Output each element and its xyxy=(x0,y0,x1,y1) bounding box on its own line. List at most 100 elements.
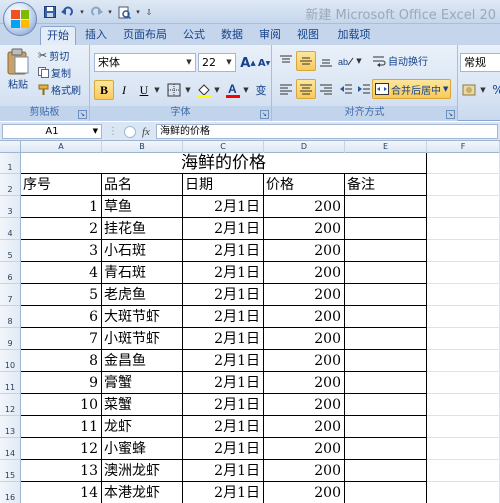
row-header[interactable]: 8 xyxy=(0,306,21,328)
row-header[interactable]: 4 xyxy=(0,218,21,240)
percent-button[interactable]: % xyxy=(488,80,500,100)
merge-center-button[interactable]: 合并后居中 ▼ xyxy=(372,79,452,99)
row-header[interactable]: 7 xyxy=(0,284,21,306)
table-cell-index[interactable]: 14 xyxy=(21,482,102,503)
underline-button[interactable]: U xyxy=(134,80,154,100)
table-cell-index[interactable]: 7 xyxy=(21,328,102,350)
table-cell-price[interactable]: 200 xyxy=(264,482,345,503)
table-cell-name[interactable]: 菜蟹 xyxy=(102,394,183,416)
borders-dropdown-icon[interactable]: ▼ xyxy=(183,80,193,100)
table-cell-name[interactable]: 膏蟹 xyxy=(102,372,183,394)
row-header[interactable]: 13 xyxy=(0,416,21,438)
table-cell[interactable] xyxy=(427,482,500,503)
orientation-button[interactable]: ab xyxy=(336,51,356,71)
table-cell-index[interactable]: 6 xyxy=(21,306,102,328)
table-cell-name[interactable]: 小石斑 xyxy=(102,240,183,262)
phonetic-guide-button[interactable]: 变 xyxy=(251,80,271,100)
table-cell[interactable] xyxy=(427,153,500,174)
title-cell[interactable]: 海鲜的价格 xyxy=(21,153,427,174)
orientation-dropdown-icon[interactable]: ▼ xyxy=(354,51,364,71)
accounting-format-button[interactable] xyxy=(460,80,480,100)
table-cell-remark[interactable] xyxy=(345,416,427,438)
font-color-dropdown-icon[interactable]: ▼ xyxy=(241,80,251,100)
tab-review[interactable]: 审阅 xyxy=(254,26,286,45)
table-cell-remark[interactable] xyxy=(345,284,427,306)
tab-data[interactable]: 数据 xyxy=(216,26,248,45)
customize-qat-icon[interactable]: ⇩ xyxy=(144,4,154,20)
row-header[interactable]: 5 xyxy=(0,240,21,262)
table-cell-date[interactable]: 2月1日 xyxy=(183,438,264,460)
table-cell-price[interactable]: 200 xyxy=(264,240,345,262)
row-header-2[interactable]: 2 xyxy=(0,174,21,196)
save-icon[interactable] xyxy=(42,4,58,20)
bold-button[interactable]: B xyxy=(94,80,114,100)
table-cell-index[interactable]: 4 xyxy=(21,262,102,284)
table-cell-remark[interactable] xyxy=(345,438,427,460)
font-launcher-icon[interactable]: ↘ xyxy=(260,110,269,119)
table-cell-index[interactable]: 3 xyxy=(21,240,102,262)
row-header[interactable]: 12 xyxy=(0,394,21,416)
wrap-text-button[interactable]: 自动换行 xyxy=(372,53,428,68)
column-header-b[interactable]: B xyxy=(102,141,183,153)
office-button[interactable] xyxy=(3,2,37,36)
table-cell-name[interactable]: 挂花鱼 xyxy=(102,218,183,240)
tab-page-layout[interactable]: 页面布局 xyxy=(118,26,172,45)
table-cell-price[interactable]: 200 xyxy=(264,284,345,306)
merge-dropdown-icon[interactable]: ▼ xyxy=(443,85,448,93)
column-header-e[interactable]: E xyxy=(345,141,427,153)
table-cell-date[interactable]: 2月1日 xyxy=(183,394,264,416)
resize-handle-icon[interactable]: ⋮ xyxy=(108,126,118,137)
tab-addins[interactable]: 加载项 xyxy=(332,26,376,45)
header-cell-price[interactable]: 价格 xyxy=(264,174,345,196)
name-box[interactable]: A1 ▼ xyxy=(2,124,102,139)
column-header-d[interactable]: D xyxy=(264,141,345,153)
table-cell-remark[interactable] xyxy=(345,372,427,394)
table-cell-price[interactable]: 200 xyxy=(264,460,345,482)
column-header-a[interactable]: A xyxy=(21,141,102,153)
align-left-button[interactable] xyxy=(276,79,296,99)
table-cell[interactable] xyxy=(427,262,500,284)
select-all-button[interactable] xyxy=(0,141,21,153)
tab-insert[interactable]: 插入 xyxy=(80,26,112,45)
insert-function-button[interactable]: fx xyxy=(142,126,150,138)
align-top-button[interactable] xyxy=(276,51,296,71)
row-header[interactable]: 3 xyxy=(0,196,21,218)
table-cell[interactable] xyxy=(427,394,500,416)
table-cell-price[interactable]: 200 xyxy=(264,350,345,372)
align-middle-button[interactable] xyxy=(296,51,316,71)
table-cell-price[interactable]: 200 xyxy=(264,196,345,218)
table-cell-name[interactable]: 澳洲龙虾 xyxy=(102,460,183,482)
table-cell-index[interactable]: 12 xyxy=(21,438,102,460)
fill-color-button[interactable] xyxy=(194,80,214,100)
table-cell-date[interactable]: 2月1日 xyxy=(183,460,264,482)
table-cell-name[interactable]: 金昌鱼 xyxy=(102,350,183,372)
header-cell-remark[interactable]: 备注 xyxy=(345,174,427,196)
align-right-button[interactable] xyxy=(316,79,336,99)
table-cell-index[interactable]: 9 xyxy=(21,372,102,394)
font-size-select[interactable]: 22 ▼ xyxy=(198,53,236,72)
column-header-c[interactable]: C xyxy=(183,141,264,153)
table-cell-name[interactable]: 小斑节虾 xyxy=(102,328,183,350)
table-cell-date[interactable]: 2月1日 xyxy=(183,284,264,306)
print-preview-dropdown-icon[interactable]: ▾ xyxy=(134,4,142,20)
header-cell-date[interactable]: 日期 xyxy=(183,174,264,196)
shrink-font-button[interactable]: A ▼ xyxy=(254,53,274,73)
table-cell[interactable] xyxy=(427,416,500,438)
table-cell[interactable] xyxy=(427,240,500,262)
table-cell-remark[interactable] xyxy=(345,262,427,284)
table-cell[interactable] xyxy=(427,438,500,460)
table-cell-remark[interactable] xyxy=(345,460,427,482)
table-cell-index[interactable]: 11 xyxy=(21,416,102,438)
table-cell-name[interactable]: 青石斑 xyxy=(102,262,183,284)
tab-home[interactable]: 开始 xyxy=(40,26,76,45)
table-cell-index[interactable]: 5 xyxy=(21,284,102,306)
table-cell-date[interactable]: 2月1日 xyxy=(183,196,264,218)
column-header-f[interactable]: F xyxy=(427,141,500,153)
table-cell-price[interactable]: 200 xyxy=(264,372,345,394)
row-header[interactable]: 6 xyxy=(0,262,21,284)
tab-formulas[interactable]: 公式 xyxy=(178,26,210,45)
table-cell-date[interactable]: 2月1日 xyxy=(183,306,264,328)
cut-button[interactable]: ✂ 剪切 xyxy=(38,48,69,63)
table-cell-index[interactable]: 13 xyxy=(21,460,102,482)
table-cell-price[interactable]: 200 xyxy=(264,328,345,350)
